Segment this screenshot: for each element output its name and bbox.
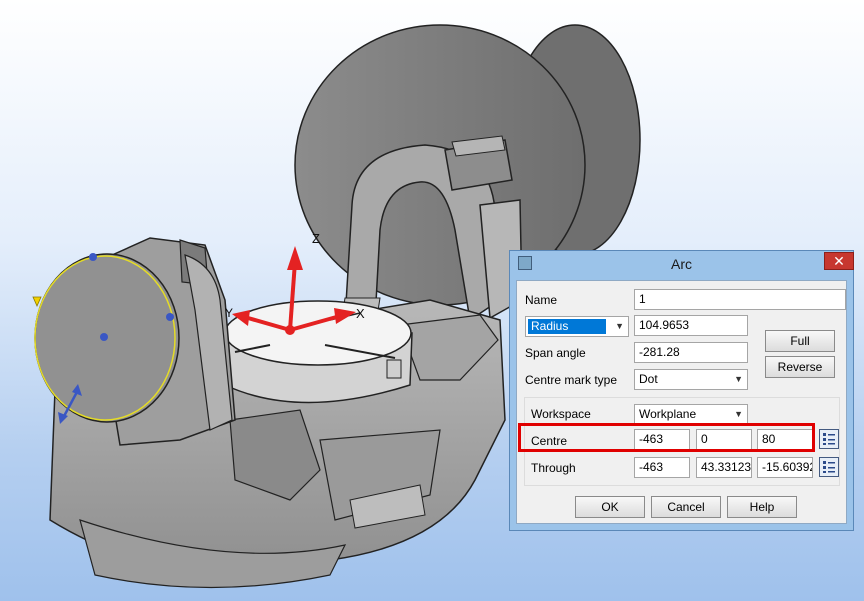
- through-label: Through: [531, 461, 576, 475]
- span-angle-field[interactable]: -281.28: [634, 342, 748, 363]
- centre-z-field[interactable]: 80: [757, 429, 813, 450]
- help-button[interactable]: Help: [727, 496, 797, 518]
- name-field[interactable]: 1: [634, 289, 846, 310]
- radius-dropdown[interactable]: Radius ▼: [525, 316, 629, 337]
- radius-field[interactable]: 104.9653: [634, 315, 748, 336]
- through-z-field[interactable]: -15.60392: [757, 457, 813, 478]
- workspace-label: Workspace: [531, 407, 591, 421]
- workspace-dropdown[interactable]: Workplane ▼: [634, 404, 748, 425]
- through-position-picker-icon[interactable]: [819, 457, 839, 477]
- chevron-down-icon: ▼: [734, 409, 743, 419]
- arc-through-handle[interactable]: [89, 253, 97, 261]
- arc-radius-handle[interactable]: [166, 313, 174, 321]
- name-label: Name: [525, 293, 558, 307]
- full-button[interactable]: Full: [765, 330, 835, 352]
- dialog-title: Arc: [671, 256, 692, 272]
- centre-mark-type-dropdown[interactable]: Dot ▼: [634, 369, 748, 390]
- chevron-down-icon: ▼: [615, 321, 624, 331]
- close-button[interactable]: ✕: [824, 252, 854, 270]
- cancel-button[interactable]: Cancel: [651, 496, 721, 518]
- arc-start-marker[interactable]: [32, 296, 42, 307]
- through-x-field[interactable]: -463: [634, 457, 690, 478]
- rotary-table: [224, 300, 413, 404]
- centre-position-picker-icon[interactable]: [819, 429, 839, 449]
- centre-label: Centre: [531, 434, 568, 448]
- centre-y-field[interactable]: 0: [696, 429, 752, 450]
- span-angle-label: Span angle: [525, 346, 586, 360]
- arc-centre-handle[interactable]: [100, 333, 108, 341]
- axis-x-label: X: [356, 306, 365, 321]
- dialog-titlebar[interactable]: Arc ✕: [510, 251, 854, 277]
- reverse-button[interactable]: Reverse: [765, 356, 835, 378]
- radius-option: Radius: [528, 319, 606, 334]
- centre-x-field[interactable]: -463: [634, 429, 690, 450]
- axis-y-label: Y: [225, 306, 233, 320]
- through-y-field[interactable]: 43.33123: [696, 457, 752, 478]
- axis-z-label: Z: [312, 231, 320, 246]
- ok-button[interactable]: OK: [575, 496, 645, 518]
- centre-mark-type-value: Dot: [639, 372, 658, 386]
- centre-mark-type-label: Centre mark type: [525, 373, 618, 387]
- chevron-down-icon: ▼: [734, 374, 743, 384]
- dialog-client: Name 1 Radius ▼ 104.9653 Full Reverse Sp…: [516, 280, 847, 524]
- workspace-value: Workplane: [639, 407, 697, 421]
- arc-dialog: Arc ✕ Name 1 Radius ▼ 104.9653 Full Reve…: [509, 250, 854, 531]
